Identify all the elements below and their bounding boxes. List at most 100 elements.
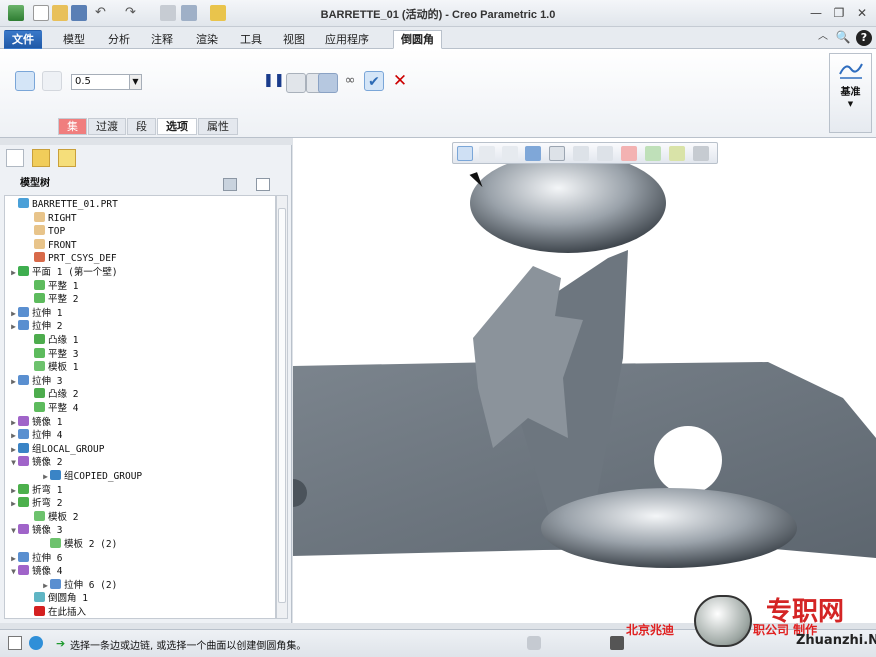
collapse-arrow-icon[interactable]: ▼ xyxy=(9,456,18,469)
tree-node[interactable]: FRONT xyxy=(25,238,77,252)
tree-node[interactable]: 模板 2 (2) xyxy=(41,538,117,551)
tab-annotate[interactable]: 注释 xyxy=(143,30,181,49)
tree-node[interactable]: BARRETTE_01.PRT xyxy=(9,198,118,211)
tree-node[interactable]: PRT_CSYS_DEF xyxy=(25,252,117,265)
saved-views-icon[interactable] xyxy=(573,146,589,161)
zoom-out-icon[interactable] xyxy=(502,146,518,161)
tree-node[interactable]: 在此插入 xyxy=(25,606,86,618)
verify-icon[interactable] xyxy=(318,73,338,93)
tab-applications[interactable]: 应用程序 xyxy=(317,30,377,49)
tree-node[interactable]: 平整 3 xyxy=(25,347,78,361)
tree-node[interactable]: ▶ 拉伸 1 xyxy=(9,306,62,320)
expand-arrow-icon[interactable]: ▶ xyxy=(41,470,50,483)
annotation-display-icon[interactable] xyxy=(693,146,709,161)
tree-node[interactable]: 平整 1 xyxy=(25,279,78,293)
zoom-in-icon[interactable] xyxy=(479,146,495,161)
spin-center-icon[interactable] xyxy=(669,146,685,161)
tree-node[interactable]: 平整 4 xyxy=(25,402,78,415)
subtab-options[interactable]: 选项 xyxy=(157,118,197,135)
expand-arrow-icon[interactable]: ▶ xyxy=(9,375,18,388)
tree-node[interactable]: ▶ 拉伸 6 (2) xyxy=(41,578,117,592)
tree-node[interactable]: ▼ 镜像 2 xyxy=(9,456,62,469)
subtab-properties[interactable]: 属性 xyxy=(198,118,238,135)
expand-arrow-icon[interactable]: ▶ xyxy=(9,416,18,429)
tab-render[interactable]: 渲染 xyxy=(188,30,226,49)
refit-icon[interactable] xyxy=(457,146,473,161)
filter-icon[interactable] xyxy=(527,636,541,650)
tree-node[interactable]: 模板 1 xyxy=(25,361,78,374)
repaint-icon[interactable] xyxy=(525,146,541,161)
tree-node[interactable]: ▶ 拉伸 4 xyxy=(9,429,62,442)
datum-display-icon[interactable] xyxy=(645,146,661,161)
tab-model[interactable]: 模型 xyxy=(55,30,93,49)
display-style-icon[interactable] xyxy=(549,146,565,161)
dropdown-arrow-icon[interactable]: ▼ xyxy=(129,75,141,89)
collapse-arrow-icon[interactable]: ▼ xyxy=(9,524,18,537)
collapse-arrow-icon[interactable]: ▼ xyxy=(9,565,18,578)
tab-round[interactable]: 倒圆角 xyxy=(393,30,442,49)
expand-arrow-icon[interactable]: ▶ xyxy=(9,320,18,333)
tree-node[interactable]: TOP xyxy=(25,225,65,238)
datum-group[interactable]: 基准 ▼ xyxy=(829,53,872,133)
close-button[interactable]: ✕ xyxy=(854,5,870,21)
tree-node[interactable]: ▶ 平面 1 (第一个壁) xyxy=(9,266,118,279)
tree-show-icon[interactable] xyxy=(256,178,270,191)
expand-arrow-icon[interactable]: ▶ xyxy=(9,443,18,456)
expand-arrow-icon[interactable]: ▶ xyxy=(9,429,18,442)
tree-node[interactable]: ▶ 镜像 1 xyxy=(9,415,62,429)
radius-value-select[interactable]: 0.5 ▼ xyxy=(71,74,142,90)
model-tree-tab-icon[interactable] xyxy=(6,149,24,167)
graphics-area[interactable] xyxy=(293,138,876,623)
browser-toggle-icon[interactable] xyxy=(29,636,43,650)
datum-dropdown-icon[interactable]: ▼ xyxy=(830,100,871,108)
tree-node[interactable]: 凸缘 2 xyxy=(25,388,78,401)
subtab-sets[interactable]: 集 xyxy=(58,118,87,135)
tree-node[interactable]: ▶ 组COPIED_GROUP xyxy=(41,470,142,483)
navigator-toggle-icon[interactable] xyxy=(8,636,22,650)
tree-node[interactable]: ▶ 组LOCAL_GROUP xyxy=(9,442,104,456)
tree-node[interactable]: ▶ 折弯 2 xyxy=(9,497,62,510)
help-icon[interactable]: ? xyxy=(856,30,872,46)
expand-arrow-icon[interactable]: ▶ xyxy=(9,484,18,497)
tab-analysis[interactable]: 分析 xyxy=(100,30,138,49)
scroll-thumb[interactable] xyxy=(278,208,286,603)
perspective-icon[interactable] xyxy=(621,146,637,161)
minimize-button[interactable]: — xyxy=(808,5,824,21)
expand-arrow-icon[interactable]: ▶ xyxy=(41,579,50,592)
tab-file[interactable]: 文件 xyxy=(4,30,42,49)
collapse-ribbon-icon[interactable]: ︿ xyxy=(815,29,831,45)
tree-node[interactable]: ▶ 拉伸 2 xyxy=(9,320,62,333)
tree-node[interactable]: ▶ 折弯 1 xyxy=(9,483,62,497)
tree-node[interactable]: 模板 2 xyxy=(25,510,78,524)
preview-glasses-icon[interactable]: ∞ xyxy=(340,73,360,93)
find-icon[interactable] xyxy=(610,636,624,650)
tree-node[interactable]: 凸缘 1 xyxy=(25,334,78,347)
search-icon[interactable]: 🔍 xyxy=(835,29,851,45)
tree-node[interactable]: RIGHT xyxy=(25,211,77,225)
subtab-pieces[interactable]: 段 xyxy=(127,118,156,135)
no-preview-icon[interactable] xyxy=(286,73,306,93)
tree-node[interactable]: 平整 2 xyxy=(25,293,78,306)
favorites-tab-icon[interactable] xyxy=(58,149,76,167)
pause-icon[interactable]: ❚❚ xyxy=(263,73,285,93)
tab-tools[interactable]: 工具 xyxy=(232,30,270,49)
tree-node[interactable]: ▶ 拉伸 3 xyxy=(9,374,62,388)
tree-node[interactable]: ▶ 拉伸 6 xyxy=(9,551,62,565)
variable-round-icon[interactable] xyxy=(42,71,62,91)
cancel-x-icon[interactable]: ✕ xyxy=(390,71,410,91)
tree-node[interactable]: ▼ 镜像 3 xyxy=(9,524,62,537)
subtab-transitions[interactable]: 过渡 xyxy=(88,118,126,135)
tree-scrollbar[interactable] xyxy=(276,195,288,619)
view-manager-icon[interactable] xyxy=(597,146,613,161)
tree-settings-icon[interactable] xyxy=(223,178,237,191)
tree-node[interactable]: 倒圆角 1 xyxy=(25,592,88,605)
expand-arrow-icon[interactable]: ▶ xyxy=(9,307,18,320)
expand-arrow-icon[interactable]: ▶ xyxy=(9,266,18,279)
tab-view[interactable]: 视图 xyxy=(275,30,313,49)
expand-arrow-icon[interactable]: ▶ xyxy=(9,552,18,565)
folder-browser-tab-icon[interactable] xyxy=(32,149,50,167)
tree-node[interactable]: ▼ 镜像 4 xyxy=(9,565,62,578)
maximize-button[interactable]: ❐ xyxy=(831,5,847,21)
apply-check-icon[interactable]: ✔ xyxy=(364,71,384,91)
constant-round-icon[interactable] xyxy=(15,71,35,91)
